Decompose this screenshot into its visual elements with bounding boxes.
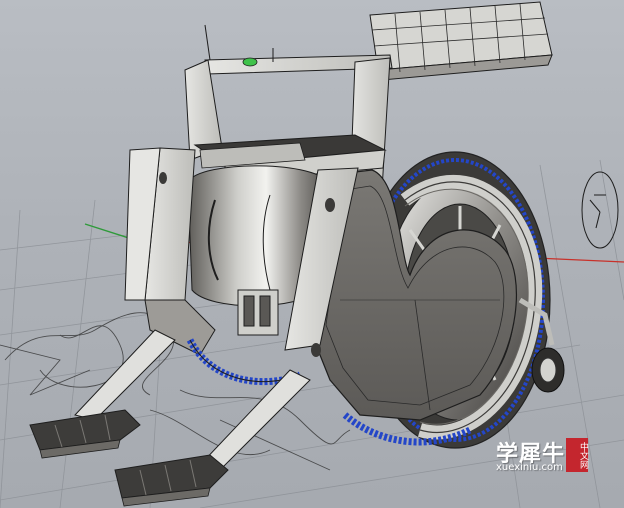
rear-basket [369, 1, 553, 81]
watermark-badge: 中文网 [566, 438, 588, 472]
watermark-url: xuexiniu.com [496, 462, 563, 473]
watermark-logo: 学犀牛 中文网 xuexiniu.com [494, 436, 594, 476]
rhino-perspective-viewport[interactable]: 学犀牛 中文网 xuexiniu.com [0, 0, 624, 508]
left-footrest [29, 329, 176, 459]
gear-mechanism [237, 289, 279, 336]
rotation-gizmo-icon [581, 171, 619, 249]
model-canvas[interactable] [0, 0, 624, 508]
